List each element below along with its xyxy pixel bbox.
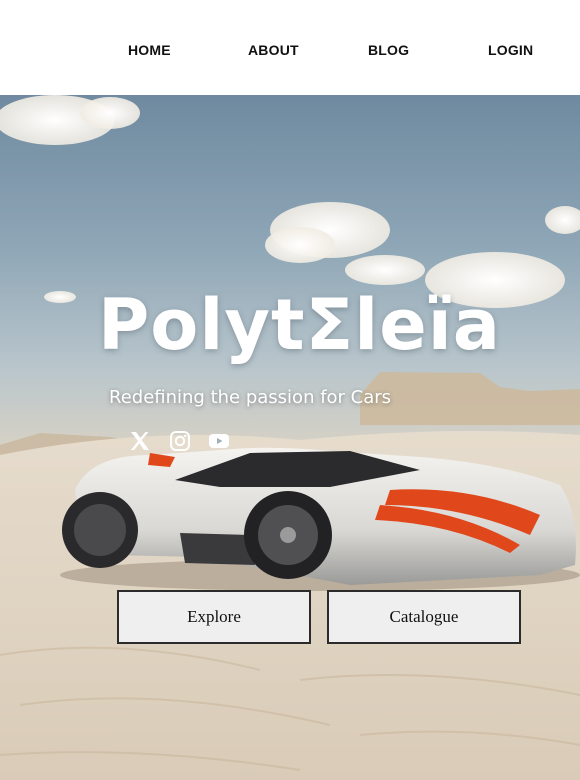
nav-blog-link[interactable]: BLOG <box>368 42 409 58</box>
catalogue-button[interactable]: Catalogue <box>327 590 521 644</box>
nav-login-link[interactable]: LOGIN <box>488 42 533 58</box>
car-illustration <box>60 447 580 591</box>
clouds <box>0 95 580 308</box>
x-icon[interactable] <box>128 429 152 453</box>
hero-tagline: Redefining the passion for Cars <box>109 387 392 408</box>
explore-button[interactable]: Explore <box>117 590 311 644</box>
instagram-icon[interactable] <box>168 429 192 453</box>
top-navigation: HOME ABOUT BLOG LOGIN <box>0 0 580 95</box>
nav-about-link[interactable]: ABOUT <box>248 42 299 58</box>
nav-home-link[interactable]: HOME <box>128 42 171 58</box>
youtube-icon[interactable] <box>207 429 231 453</box>
hero-section: PolytΣleïa Redefining the passion for Ca… <box>0 95 580 780</box>
hero-background-image <box>0 95 580 780</box>
brand-title: PolytΣleïa <box>98 284 501 366</box>
